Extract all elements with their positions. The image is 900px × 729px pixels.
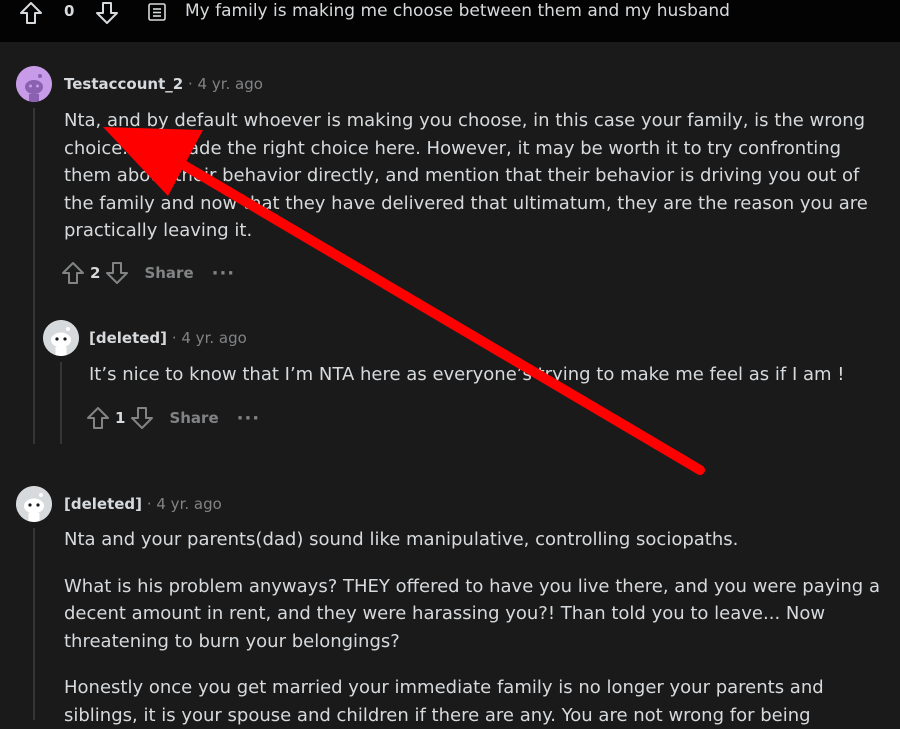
upvote-icon[interactable] <box>60 260 86 286</box>
comment-timestamp[interactable]: 4 yr. ago <box>181 329 246 347</box>
avatar[interactable] <box>16 66 52 102</box>
deleted-user-icon <box>16 486 52 522</box>
comment-actions: 2 Share ··· <box>60 258 235 288</box>
snoo-avatar-icon <box>16 66 52 102</box>
post-vote-count: 0 <box>64 2 74 20</box>
thread-line[interactable] <box>33 108 35 444</box>
meta-separator: · <box>172 329 177 347</box>
comment-line: the family and now that they have delive… <box>64 190 884 218</box>
vote-count: 2 <box>90 264 100 282</box>
thread-line[interactable] <box>33 528 35 720</box>
comment-paragraph: Honestly once you get married your immed… <box>64 674 884 729</box>
upvote-icon[interactable] <box>18 0 44 26</box>
comment-username[interactable]: [deleted] <box>89 329 167 347</box>
comment-line: It’s nice to know that I’m NTA here as e… <box>89 361 879 389</box>
share-button[interactable]: Share <box>169 409 218 427</box>
meta-separator: · <box>188 75 193 93</box>
upvote-icon[interactable] <box>85 405 111 431</box>
comment-line: them about their behavior directly, and … <box>64 162 884 190</box>
comment-paragraph: What is his problem anyways? THEY offere… <box>64 573 884 656</box>
comment-line: siblings, it is your spouse and children… <box>64 702 884 729</box>
comment-actions: 1 Share ··· <box>85 403 260 433</box>
comment-line: choice. You made the right choice here. … <box>64 135 884 163</box>
post-document-icon <box>147 2 167 22</box>
comment-line: Nta and your parents(dad) sound like man… <box>64 526 884 554</box>
avatar[interactable] <box>43 320 79 356</box>
comment-line: Honestly once you get married your immed… <box>64 674 884 702</box>
comment-line: practically leaving it. <box>64 217 884 245</box>
comment-meta: [deleted] · 4 yr. ago <box>89 329 247 347</box>
comment-body: Nta and your parents(dad) sound like man… <box>64 526 884 729</box>
comment-body: It’s nice to know that I’m NTA here as e… <box>89 361 879 389</box>
post-header-bar: 0 My family is making me choose between … <box>0 0 900 42</box>
meta-separator: · <box>147 495 152 513</box>
vote-count: 1 <box>115 409 125 427</box>
comment-meta: Testaccount_2 · 4 yr. ago <box>64 75 263 93</box>
share-button[interactable]: Share <box>144 264 193 282</box>
comment-paragraph: Nta and your parents(dad) sound like man… <box>64 526 884 554</box>
comment-username[interactable]: Testaccount_2 <box>64 75 183 93</box>
post-title[interactable]: My family is making me choose between th… <box>185 1 730 21</box>
comment-body: Nta, and by default whoever is making yo… <box>64 107 884 245</box>
comment-line: threatening to burn your belongings? <box>64 628 884 656</box>
avatar[interactable] <box>16 486 52 522</box>
more-options-button[interactable]: ··· <box>212 263 236 284</box>
thread-line[interactable] <box>60 362 62 444</box>
comment-username[interactable]: [deleted] <box>64 495 142 513</box>
downvote-icon[interactable] <box>104 260 130 286</box>
deleted-user-icon <box>43 320 79 356</box>
comment-line: What is his problem anyways? THEY offere… <box>64 573 884 601</box>
more-options-button[interactable]: ··· <box>237 408 261 429</box>
comment-line: decent amount in rent, and they were har… <box>64 600 884 628</box>
comment-timestamp[interactable]: 4 yr. ago <box>156 495 221 513</box>
downvote-icon[interactable] <box>94 0 120 26</box>
comment-meta: [deleted] · 4 yr. ago <box>64 495 222 513</box>
downvote-icon[interactable] <box>129 405 155 431</box>
comment-timestamp[interactable]: 4 yr. ago <box>198 75 263 93</box>
comment-line: Nta, and by default whoever is making yo… <box>64 107 884 135</box>
